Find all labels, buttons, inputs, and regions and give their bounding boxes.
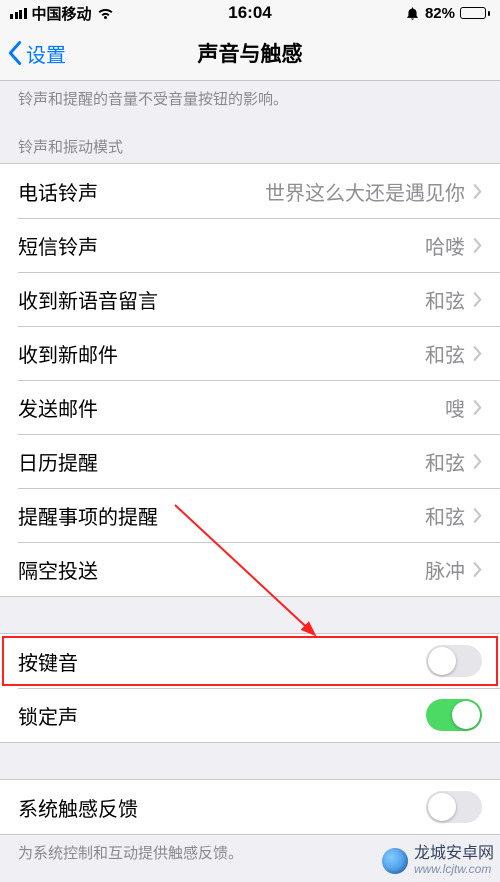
sound-label: 隔空投送	[18, 555, 425, 584]
chevron-right-icon	[473, 238, 482, 253]
row-system-haptics[interactable]: 系统触感反馈	[0, 780, 500, 834]
chevron-right-icon	[473, 508, 482, 523]
alarm-icon	[405, 6, 420, 21]
chevron-right-icon	[473, 562, 482, 577]
keyboard-click-switch[interactable]	[426, 645, 482, 677]
watermark-title: 龙城安卓网	[414, 845, 494, 863]
lock-sound-switch[interactable]	[426, 699, 482, 731]
sound-value: 和弦	[425, 501, 465, 530]
section-header-sounds: 铃声和振动模式	[0, 116, 500, 163]
row-sound-3[interactable]: 收到新邮件和弦	[0, 326, 500, 380]
sound-value: 和弦	[425, 339, 465, 368]
keyboard-click-label: 按键音	[18, 647, 426, 676]
watermark: 龙城安卓网 www.lcjtw.com	[382, 845, 494, 876]
sounds-group: 电话铃声世界这么大还是遇见你短信铃声哈喽收到新语音留言和弦收到新邮件和弦发送邮件…	[0, 163, 500, 597]
back-label: 设置	[26, 39, 66, 68]
sound-value: 哈喽	[425, 231, 465, 260]
haptics-group: 系统触感反馈	[0, 779, 500, 835]
signal-icon	[10, 8, 27, 19]
page-title: 声音与触感	[198, 38, 303, 68]
chevron-right-icon	[473, 292, 482, 307]
row-sound-2[interactable]: 收到新语音留言和弦	[0, 272, 500, 326]
battery-percent: 82%	[425, 5, 455, 22]
status-time: 16:04	[228, 3, 271, 23]
sound-label: 收到新邮件	[18, 339, 425, 368]
volume-hint: 铃声和提醒的音量不受音量按钮的影响。	[0, 81, 500, 116]
carrier-label: 中国移动	[32, 3, 92, 24]
sound-label: 发送邮件	[18, 393, 445, 422]
chevron-right-icon	[473, 400, 482, 415]
status-left: 中国移动	[10, 3, 114, 24]
row-sound-4[interactable]: 发送邮件嗖	[0, 380, 500, 434]
row-sound-5[interactable]: 日历提醒和弦	[0, 434, 500, 488]
sound-value: 和弦	[425, 285, 465, 314]
row-keyboard-click[interactable]: 按键音	[0, 634, 500, 688]
status-bar: 中国移动 16:04 82%	[0, 0, 500, 26]
row-sound-1[interactable]: 短信铃声哈喽	[0, 218, 500, 272]
sound-label: 短信铃声	[18, 231, 425, 260]
system-haptics-switch[interactable]	[426, 791, 482, 823]
sound-value: 嗖	[445, 393, 465, 422]
chevron-right-icon	[473, 454, 482, 469]
toggles-group: 按键音 锁定声	[0, 633, 500, 743]
battery-icon	[460, 7, 490, 19]
status-right: 82%	[405, 5, 490, 22]
sound-value: 脉冲	[425, 555, 465, 584]
sound-label: 电话铃声	[18, 177, 265, 206]
back-button[interactable]: 设置	[0, 39, 66, 68]
chevron-left-icon	[8, 41, 22, 65]
sound-label: 日历提醒	[18, 447, 425, 476]
watermark-logo	[382, 848, 408, 874]
lock-sound-label: 锁定声	[18, 701, 426, 730]
system-haptics-label: 系统触感反馈	[18, 793, 426, 822]
chevron-right-icon	[473, 184, 482, 199]
sound-label: 提醒事项的提醒	[18, 501, 425, 530]
sound-value: 世界这么大还是遇见你	[265, 177, 465, 206]
sound-value: 和弦	[425, 447, 465, 476]
row-lock-sound[interactable]: 锁定声	[0, 688, 500, 742]
sound-label: 收到新语音留言	[18, 285, 425, 314]
wifi-icon	[97, 7, 114, 20]
row-sound-7[interactable]: 隔空投送脉冲	[0, 542, 500, 596]
row-sound-0[interactable]: 电话铃声世界这么大还是遇见你	[0, 164, 500, 218]
row-sound-6[interactable]: 提醒事项的提醒和弦	[0, 488, 500, 542]
chevron-right-icon	[473, 346, 482, 361]
watermark-url: www.lcjtw.com	[414, 863, 494, 876]
nav-bar: 设置 声音与触感	[0, 26, 500, 81]
